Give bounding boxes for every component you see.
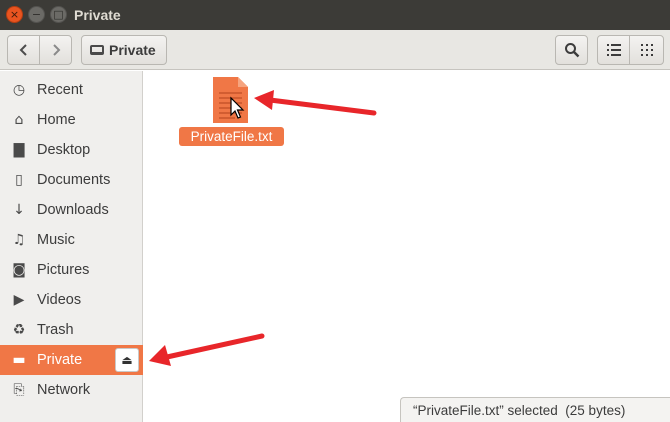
back-button[interactable] bbox=[7, 35, 40, 65]
status-bar: “PrivateFile.txt” selected (25 bytes) bbox=[400, 397, 670, 422]
minimize-icon: − bbox=[31, 8, 42, 21]
sidebar-item-label: Music bbox=[37, 232, 75, 248]
close-window-button[interactable]: × bbox=[6, 6, 23, 23]
sidebar-item-private[interactable]: ▬ Private ⏏ bbox=[0, 345, 143, 375]
sidebar-item-label: Desktop bbox=[37, 142, 91, 158]
status-text: “PrivateFile.txt” selected (25 bytes) bbox=[413, 402, 626, 418]
videos-icon: ▶ bbox=[13, 292, 25, 308]
text-file-icon[interactable] bbox=[213, 77, 248, 123]
desktop-icon: ▇ bbox=[13, 142, 25, 158]
trash-icon: ♻ bbox=[12, 322, 26, 338]
list-view-icon bbox=[606, 44, 621, 56]
chevron-left-icon bbox=[19, 44, 27, 56]
toolbar: Private bbox=[0, 30, 670, 70]
documents-icon: ▯ bbox=[15, 172, 23, 188]
window-title: Private bbox=[74, 7, 121, 23]
close-icon: × bbox=[9, 8, 20, 21]
sidebar-item-label: Network bbox=[37, 382, 91, 398]
breadcrumb-label: Private bbox=[109, 42, 156, 58]
grid-view-icon bbox=[640, 44, 653, 56]
breadcrumb-private[interactable]: Private bbox=[81, 35, 167, 65]
sidebar: ◷ Recent ⌂ Home ▇ Desktop ▯ Documents ↓ … bbox=[0, 71, 143, 422]
search-icon bbox=[564, 43, 579, 58]
eject-button[interactable]: ⏏ bbox=[115, 348, 139, 372]
drive-icon: ▬ bbox=[12, 352, 26, 368]
annotation-arrow bbox=[254, 90, 377, 116]
maximize-window-button[interactable]: □ bbox=[50, 6, 67, 23]
music-icon: ♫ bbox=[12, 232, 26, 248]
list-view-button[interactable] bbox=[597, 35, 630, 65]
sidebar-item-downloads[interactable]: ↓ Downloads bbox=[0, 195, 143, 225]
recent-icon: ◷ bbox=[12, 82, 26, 98]
sidebar-item-network[interactable]: ⎘ Network bbox=[0, 375, 143, 405]
grid-view-button[interactable] bbox=[629, 35, 664, 65]
maximize-icon: □ bbox=[53, 8, 64, 21]
sidebar-item-documents[interactable]: ▯ Documents bbox=[0, 165, 143, 195]
file-name-label[interactable]: PrivateFile.txt bbox=[179, 127, 284, 146]
sidebar-item-label: Pictures bbox=[37, 262, 90, 278]
sidebar-item-videos[interactable]: ▶ Videos bbox=[0, 285, 143, 315]
sidebar-item-desktop[interactable]: ▇ Desktop bbox=[0, 135, 143, 165]
search-button[interactable] bbox=[555, 35, 588, 65]
sidebar-item-trash[interactable]: ♻ Trash bbox=[0, 315, 143, 345]
pictures-icon: ◙ bbox=[12, 262, 26, 278]
sidebar-item-recent[interactable]: ◷ Recent bbox=[0, 75, 143, 105]
drive-icon bbox=[90, 45, 104, 55]
sidebar-item-music[interactable]: ♫ Music bbox=[0, 225, 143, 255]
title-bar: × − □ Private bbox=[0, 0, 670, 30]
sidebar-item-label: Home bbox=[37, 112, 76, 128]
downloads-icon: ↓ bbox=[13, 202, 25, 218]
annotation-arrow bbox=[149, 333, 265, 366]
minimize-window-button[interactable]: − bbox=[28, 6, 45, 23]
sidebar-item-pictures[interactable]: ◙ Pictures bbox=[0, 255, 143, 285]
sidebar-item-label: Trash bbox=[37, 322, 74, 338]
sidebar-item-label: Private bbox=[37, 352, 83, 368]
chevron-right-icon bbox=[52, 44, 60, 56]
sidebar-item-label: Videos bbox=[37, 292, 82, 308]
eject-icon: ⏏ bbox=[121, 353, 133, 367]
forward-button[interactable] bbox=[39, 35, 72, 65]
home-icon: ⌂ bbox=[14, 112, 24, 128]
sidebar-item-label: Documents bbox=[37, 172, 111, 188]
sidebar-item-label: Recent bbox=[37, 82, 83, 98]
network-icon: ⎘ bbox=[13, 382, 25, 398]
sidebar-item-label: Downloads bbox=[37, 202, 109, 218]
sidebar-item-home[interactable]: ⌂ Home bbox=[0, 105, 143, 135]
